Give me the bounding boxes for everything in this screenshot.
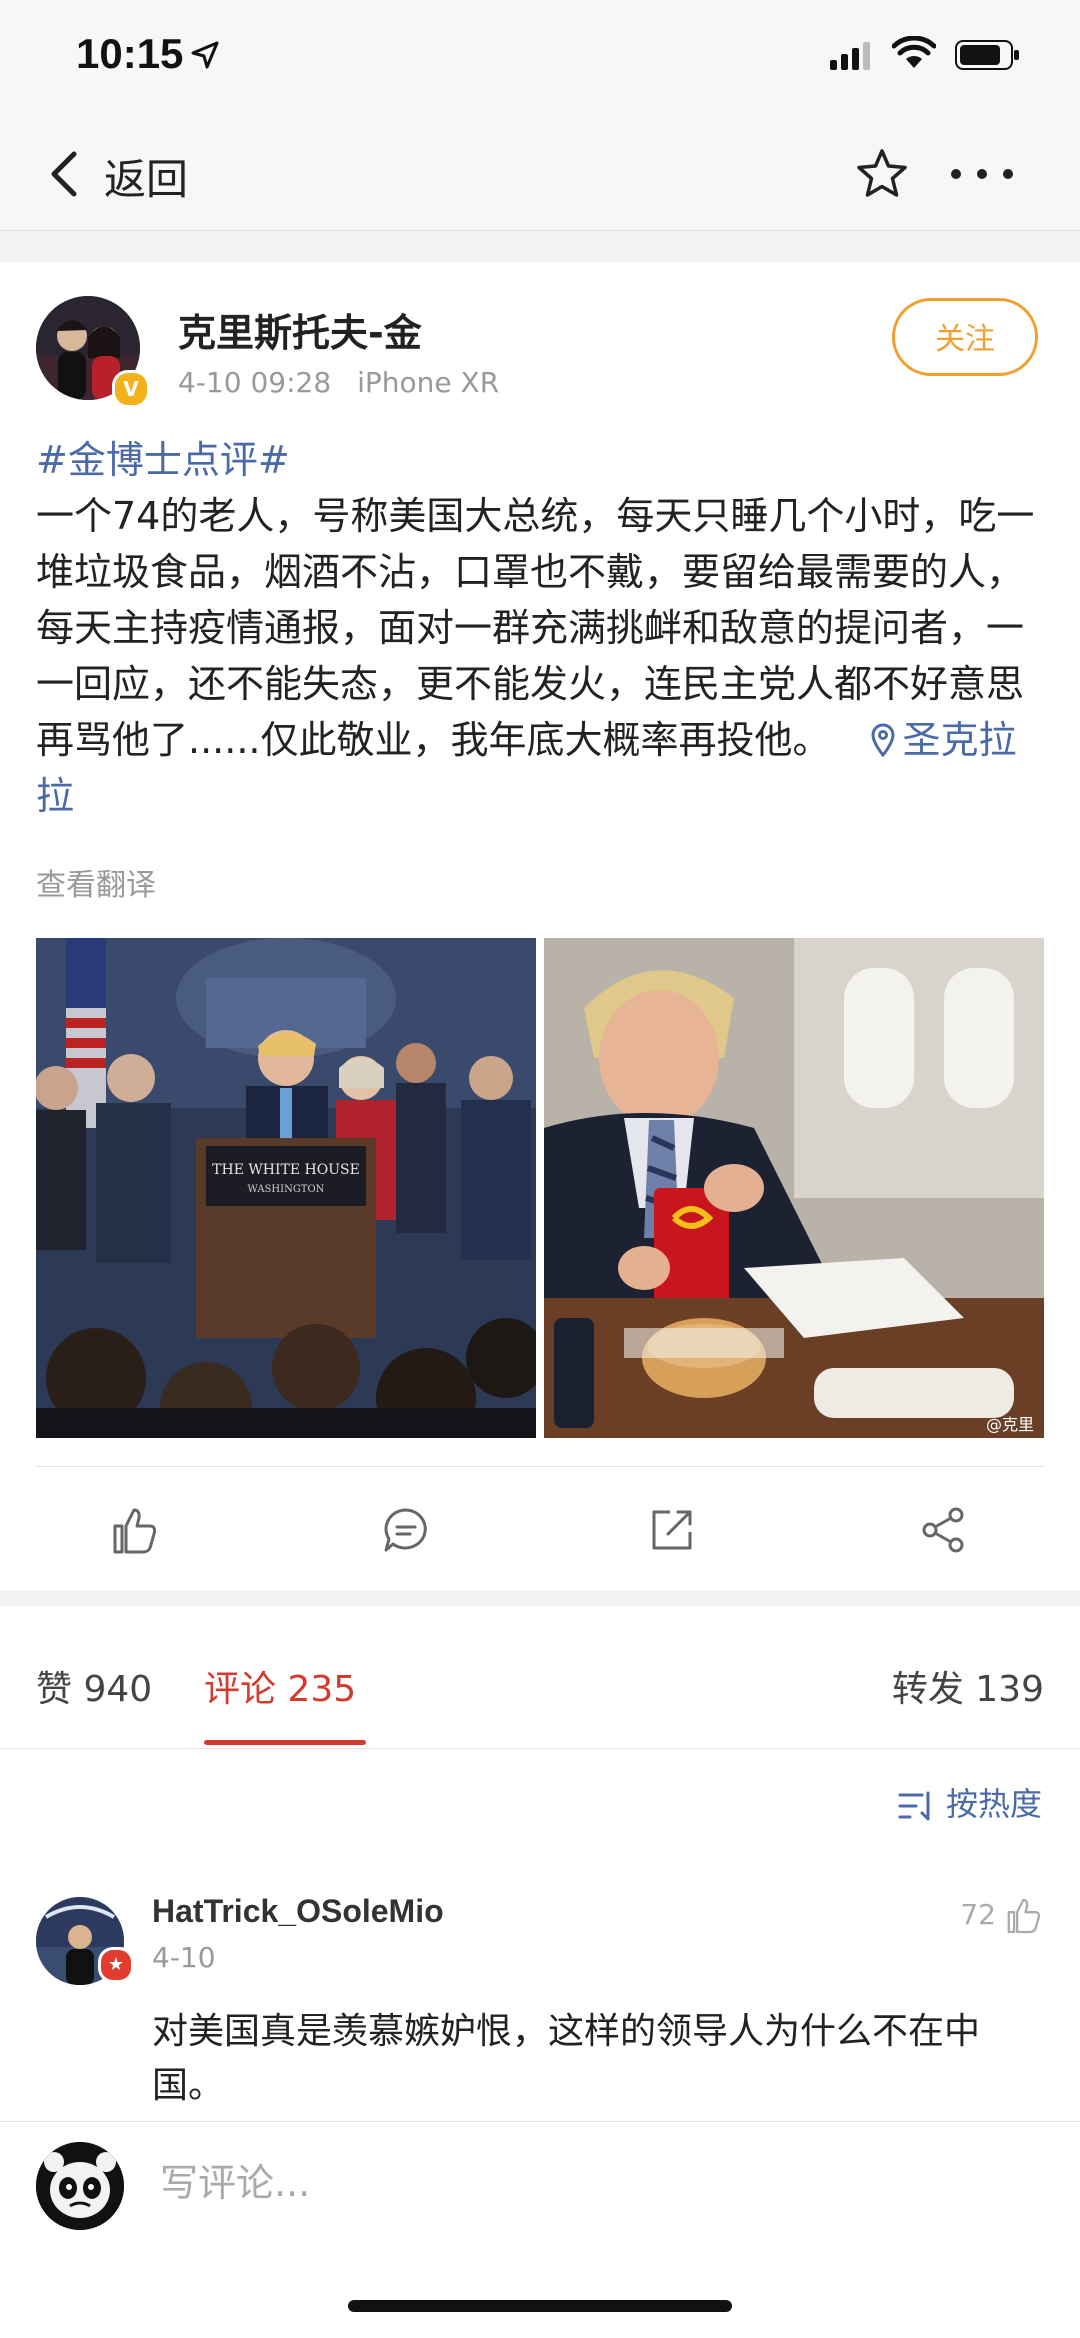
post-device: iPhone XR bbox=[357, 366, 500, 399]
my-avatar[interactable] bbox=[36, 2142, 124, 2230]
wifi-icon bbox=[892, 36, 936, 68]
comment-input[interactable]: 写评论... bbox=[160, 2152, 310, 2207]
home-indicator bbox=[348, 2300, 732, 2312]
comment-like-count: 72 bbox=[960, 1898, 996, 1931]
weibo-post: V 克里斯托夫-金 4-10 09:28 iPhone XR 关注 #金博士点评#… bbox=[0, 262, 1080, 1590]
status-bar: 10:15 bbox=[0, 0, 1080, 120]
member-badge-icon: ★ bbox=[98, 1947, 134, 1983]
location-arrow-icon bbox=[191, 41, 219, 69]
comment-bubble-icon[interactable] bbox=[382, 1506, 430, 1554]
more-options-icon[interactable] bbox=[950, 168, 1014, 180]
author-name[interactable]: 克里斯托夫-金 bbox=[178, 302, 422, 357]
sort-icon bbox=[898, 1791, 930, 1821]
status-time: 10:15 bbox=[76, 30, 184, 77]
share-icon[interactable] bbox=[920, 1506, 968, 1554]
hashtag-link[interactable]: #金博士点评# bbox=[36, 432, 1046, 488]
active-tab-indicator bbox=[204, 1740, 366, 1745]
comment-like-button[interactable]: 72 bbox=[960, 1897, 1042, 1935]
battery-icon bbox=[955, 40, 1019, 70]
repost-icon[interactable] bbox=[650, 1506, 696, 1552]
like-thumb-icon[interactable] bbox=[112, 1506, 158, 1556]
sort-label: 按热度 bbox=[945, 1785, 1042, 1823]
follow-button[interactable]: 关注 bbox=[892, 298, 1038, 376]
post-action-bar bbox=[0, 1472, 1080, 1590]
post-meta: 4-10 09:28 iPhone XR bbox=[178, 366, 499, 399]
comment-text: 对美国真是羡慕嫉妒恨，这样的领导人为什么不在中国。 bbox=[152, 2011, 981, 2106]
back-button[interactable]: 返回 bbox=[104, 146, 188, 207]
tab-comments[interactable]: 评论 235 bbox=[204, 1660, 356, 1712]
commenter-name[interactable]: HatTrick_OSoleMio bbox=[152, 1893, 444, 1930]
post-divider bbox=[36, 1466, 1044, 1467]
post-date: 4-10 09:28 bbox=[178, 366, 332, 399]
tab-likes[interactable]: 赞 940 bbox=[36, 1660, 152, 1712]
comment-like-thumb-icon bbox=[1007, 1898, 1041, 1934]
post-body: #金博士点评# 一个74的老人，号称美国大总统，每天只睡几个小时，吃一堆垃圾食品… bbox=[36, 432, 1046, 824]
tab-reposts[interactable]: 转发 139 bbox=[892, 1660, 1044, 1712]
post-photo-meal-on-plane[interactable]: @克里 bbox=[544, 938, 1044, 1438]
translate-link[interactable]: 查看翻译 bbox=[36, 860, 156, 904]
photo-watermark: @克里 bbox=[986, 1415, 1034, 1434]
sort-by-popularity-button[interactable]: 按热度 bbox=[898, 1779, 1042, 1825]
comments-section: 按热度 ★ HatTrick_OSoleMio 4-10 72 对美国真是羡慕嫉… bbox=[0, 1749, 1080, 2121]
verified-badge-icon: V bbox=[112, 370, 150, 408]
podium-sublabel: WASHINGTON bbox=[248, 1184, 325, 1195]
post-photo-press-briefing[interactable]: THE WHITE HOUSE WASHINGTON bbox=[36, 938, 536, 1438]
comment-date: 4-10 bbox=[152, 1941, 216, 1974]
back-chevron-icon[interactable] bbox=[44, 146, 84, 202]
podium-label: THE WHITE HOUSE bbox=[212, 1162, 360, 1178]
cellular-signal-icon bbox=[830, 42, 870, 70]
favorite-star-icon[interactable] bbox=[854, 146, 910, 202]
interaction-tabs: 赞 940 评论 235 转发 139 bbox=[0, 1606, 1080, 1749]
location-pin-icon bbox=[871, 723, 895, 758]
comment-input-bar: 写评论... bbox=[0, 2121, 1080, 2338]
nav-bar: 返回 bbox=[0, 120, 1080, 231]
